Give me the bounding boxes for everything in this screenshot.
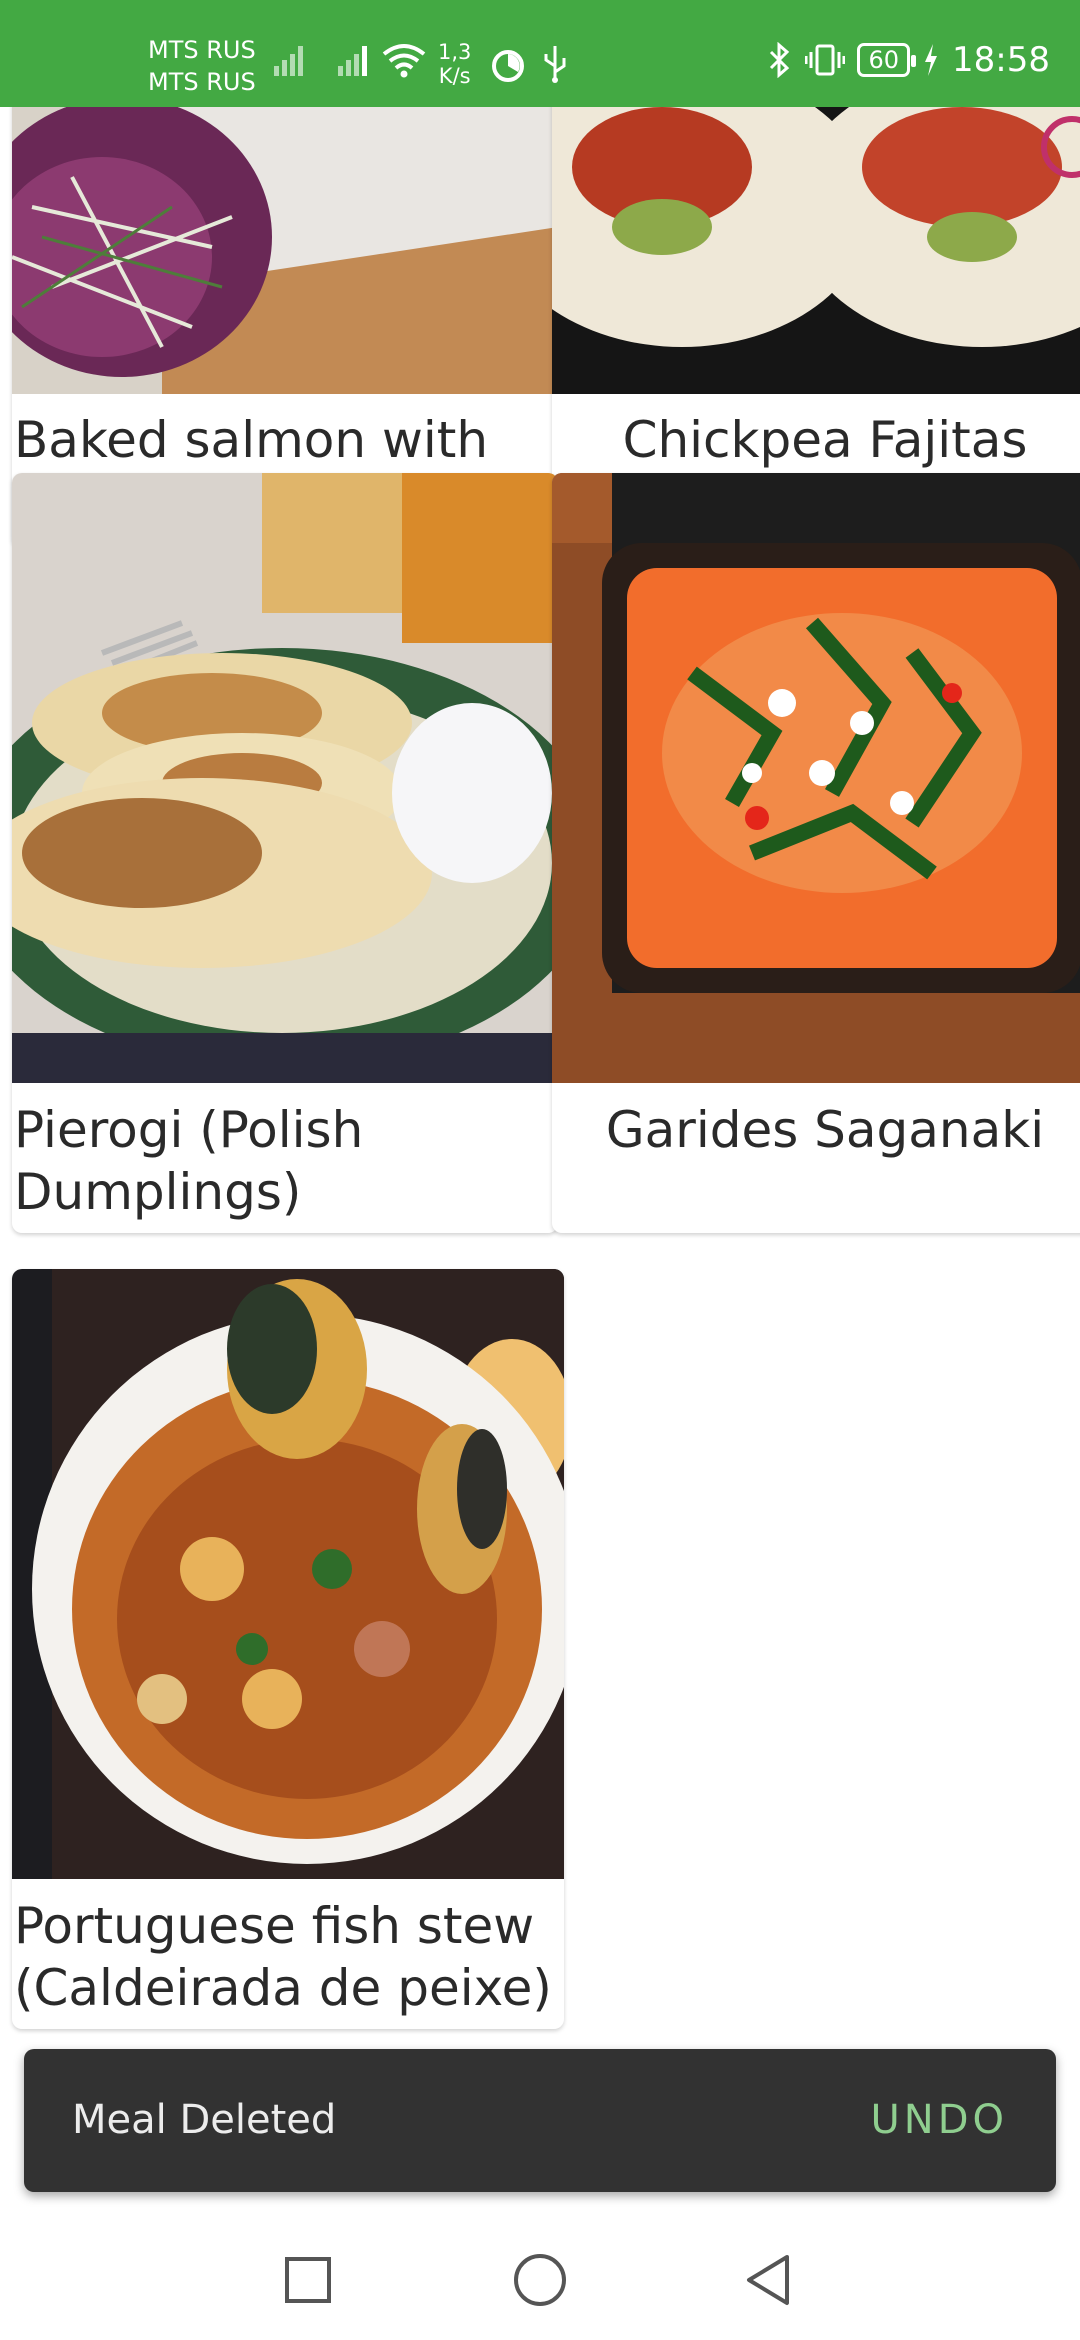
meal-image [552, 473, 1080, 1083]
navigation-bar [0, 2220, 1080, 2340]
vibrate-icon [805, 44, 846, 76]
signal-icon [274, 46, 303, 76]
snackbar: Meal Deleted UNDO [24, 2049, 1056, 2192]
meal-title: Chickpea Fajitas [622, 411, 1028, 469]
meal-card[interactable]: Garides Saganaki [552, 473, 1080, 1233]
snackbar-message: Meal Deleted [72, 2097, 337, 2143]
battery-icon: 60 [857, 43, 916, 77]
usb-icon [544, 46, 566, 83]
meal-grid: Baked salmon with fennel & tomatoes Chic… [0, 107, 1080, 2050]
speed-value: 1,3 [438, 40, 472, 64]
meal-image [12, 107, 558, 394]
meal-image [12, 1269, 564, 1879]
meal-title: Portuguese fish stew (Caldeirada de peix… [14, 1897, 552, 2017]
undo-button[interactable]: UNDO [871, 2049, 1008, 2192]
signal-icon [338, 46, 367, 76]
carrier-2: MTS RUS [148, 68, 256, 96]
speed-unit: K/s [438, 64, 471, 88]
status-right: 60 18:58 [767, 40, 1050, 80]
meal-card[interactable]: Portuguese fish stew (Caldeirada de peix… [12, 1269, 564, 2029]
home-button[interactable] [500, 2240, 580, 2320]
recents-button[interactable] [268, 2240, 348, 2320]
meal-image [552, 107, 1080, 394]
network-speed: 1,3 K/s [438, 40, 471, 88]
carrier-1: MTS RUS [148, 36, 256, 64]
back-button[interactable] [728, 2240, 808, 2320]
charging-icon [925, 44, 938, 76]
wifi-icon [382, 44, 426, 78]
meal-title: Garides Saganaki [605, 1101, 1045, 1159]
meal-image [12, 473, 558, 1083]
data-saver-icon [492, 50, 524, 82]
back-icon [747, 2255, 789, 2305]
square-icon [285, 2257, 331, 2303]
status-bar: MTS RUS MTS RUS 1,3 K/s 60 18:58 [0, 0, 1080, 107]
meal-card[interactable]: Pierogi (Polish Dumplings) [12, 473, 558, 1233]
circle-icon [514, 2254, 566, 2306]
meal-title: Pierogi (Polish Dumplings) [14, 1101, 364, 1221]
bluetooth-icon [770, 42, 790, 78]
clock: 18:58 [952, 40, 1050, 80]
carrier-info: MTS RUS MTS RUS [148, 34, 256, 98]
